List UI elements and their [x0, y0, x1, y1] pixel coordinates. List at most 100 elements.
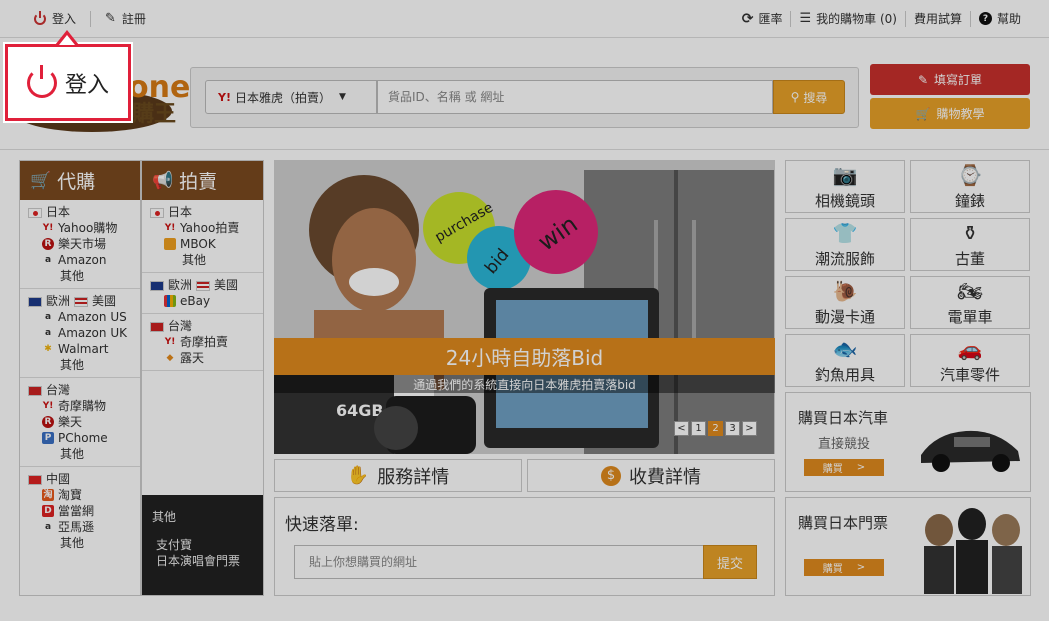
link-concert-tickets[interactable]: 日本演唱會門票: [152, 553, 253, 569]
help-link[interactable]: ? 幫助: [978, 10, 1021, 27]
quick-order-url-input[interactable]: 貼上你想購買的網址: [294, 545, 704, 579]
china-flag-icon: [28, 474, 42, 485]
refresh-icon: ⟳: [741, 10, 754, 27]
walmart-icon: ✱: [44, 344, 52, 354]
fee-calc-link[interactable]: 費用試算: [914, 10, 962, 27]
banner-pager: < 1 2 3 >: [674, 421, 757, 436]
link-other[interactable]: 其他: [60, 446, 84, 462]
banner-illustration: purchase bid win 64GB: [274, 160, 775, 454]
us-flag-icon: [196, 280, 211, 291]
promo-japan-tickets[interactable]: 購買日本門票 購買 >: [785, 497, 1031, 596]
link-ebay[interactable]: eBay: [180, 293, 210, 309]
category-camera[interactable]: 📷 相機鏡頭: [785, 160, 905, 213]
category-motorcycle[interactable]: 🏍 電單車: [910, 276, 1030, 329]
fee-details-button[interactable]: $ 收費詳情: [527, 459, 775, 492]
register-link[interactable]: 註冊: [122, 10, 146, 27]
ebay-icon: [164, 295, 176, 307]
hero-banner[interactable]: purchase bid win 64GB 24小時自助落Bid 通過我們的系統…: [274, 160, 775, 454]
search-site-select[interactable]: Y! 日本雅虎（拍賣） ▼: [205, 80, 377, 114]
watch-icon: ⌚: [957, 162, 983, 187]
category-anime[interactable]: 🐌 動漫卡通: [785, 276, 905, 329]
link-yahoo-auction[interactable]: Yahoo拍賣: [180, 220, 239, 236]
camera-icon: 📷: [832, 162, 858, 187]
category-fashion[interactable]: 👕 潮流服飾: [785, 218, 905, 271]
link-other[interactable]: 其他: [182, 252, 206, 268]
cart-icon: 🛒: [30, 170, 52, 191]
service-details-button[interactable]: ✋ 服務詳情: [274, 459, 522, 492]
auction-group-japan: 日本 Y! Yahoo拍賣 MBOK 其他: [142, 200, 263, 273]
question-icon: ?: [978, 12, 992, 25]
search-button[interactable]: ⚲ 搜尋: [773, 80, 845, 114]
megaphone-icon: 📢: [152, 170, 174, 191]
search-input[interactable]: 貨品ID、名稱 或 網址: [377, 80, 773, 114]
search-bar: Y! 日本雅虎（拍賣） ▼ 貨品ID、名稱 或 網址 ⚲ 搜尋: [190, 67, 859, 128]
login-highlight-callout[interactable]: 登入: [5, 44, 131, 121]
yahoo-icon: Y!: [218, 90, 231, 104]
link-ruten[interactable]: 露天: [180, 350, 204, 366]
power-icon: [34, 10, 46, 25]
category-antique[interactable]: ⚱ 古董: [910, 218, 1030, 271]
submit-button[interactable]: 提交: [703, 545, 757, 579]
fill-order-button[interactable]: ✎ 填寫訂單: [870, 64, 1030, 95]
auction-group-taiwan: 台灣 Y! 奇摩拍賣 ◆ 露天: [142, 314, 263, 371]
daigou-column: 🛒 代購 日本 Y! Yahoo購物 R 樂天市場 a Amazon 其他 歐洲 美國 …: [19, 160, 141, 596]
pchome-icon: P: [42, 432, 54, 444]
link-other[interactable]: 其他: [60, 535, 84, 551]
exchange-link[interactable]: ⟳ 匯率: [742, 10, 783, 27]
auction-header[interactable]: 📢 拍賣: [142, 161, 263, 200]
link-rakuten[interactable]: 樂天市場: [58, 236, 106, 252]
search-icon: ⚲: [790, 90, 800, 104]
link-amazon-cn[interactable]: 亞馬遜: [58, 519, 94, 535]
amazon-icon: a: [44, 255, 52, 265]
category-fishing[interactable]: 🐟 釣魚用具: [785, 334, 905, 387]
list-icon: ☰: [799, 11, 812, 26]
link-taobao[interactable]: 淘寶: [58, 487, 82, 503]
link-dangdang[interactable]: 當當網: [58, 503, 94, 519]
link-rakuten-tw[interactable]: 樂天: [58, 414, 82, 430]
chevron-right-icon: >: [856, 562, 866, 573]
tutorial-button[interactable]: 🛒 購物教學: [870, 98, 1030, 129]
link-kimo-shopping[interactable]: 奇摩購物: [58, 398, 106, 414]
link-pchome[interactable]: PChome: [58, 430, 108, 446]
link-mbok[interactable]: MBOK: [180, 236, 216, 252]
yahoo-icon: Y!: [42, 223, 54, 233]
pager-prev[interactable]: <: [674, 421, 689, 436]
category-watch[interactable]: ⌚ 鐘錶: [910, 160, 1030, 213]
link-yahoo-shopping[interactable]: Yahoo購物: [58, 220, 117, 236]
taiwan-flag-icon: [28, 385, 42, 396]
car-image: [921, 430, 1020, 472]
pencil-icon: ✎: [917, 72, 929, 87]
quick-order-title: 快速落單:: [285, 515, 359, 535]
pager-2[interactable]: 2: [708, 421, 723, 436]
snail-icon: 🐌: [832, 278, 858, 303]
link-alipay[interactable]: 支付寶: [152, 537, 253, 553]
pager-3[interactable]: 3: [725, 421, 740, 436]
pencil-icon: ✎: [105, 11, 116, 26]
buy-button[interactable]: 購買 >: [804, 559, 884, 576]
login-link[interactable]: 登入: [52, 10, 76, 27]
top-left-nav: 登入 ✎ 註冊: [34, 10, 146, 27]
link-amazon-jp[interactable]: Amazon: [58, 252, 107, 268]
link-kimo-auction[interactable]: 奇摩拍賣: [180, 334, 228, 350]
cart-link[interactable]: ☰ 我的購物車 (0): [799, 10, 896, 27]
daigou-group-taiwan: 台灣 Y! 奇摩購物 R 樂天 P PChome 其他: [20, 378, 140, 467]
link-walmart[interactable]: Walmart: [58, 341, 108, 357]
pager-next[interactable]: >: [742, 421, 757, 436]
category-car-parts[interactable]: 🚗 汽車零件: [910, 334, 1030, 387]
buy-button[interactable]: 購買 >: [804, 459, 884, 476]
amazon-icon: a: [44, 312, 52, 322]
yahoo-icon: Y!: [42, 401, 54, 411]
pager-1[interactable]: 1: [691, 421, 706, 436]
amazon-icon: a: [44, 328, 52, 338]
promo-japan-car[interactable]: 購買日本汽車 直接競投 購買 >: [785, 392, 1031, 492]
daigou-header[interactable]: 🛒 代購: [20, 161, 140, 200]
auction-group-eu-us: 歐洲 美國 eBay: [142, 273, 263, 314]
performers-image: [924, 508, 1022, 594]
link-other[interactable]: 其他: [60, 268, 84, 284]
link-other[interactable]: 其他: [60, 357, 84, 373]
dangdang-icon: D: [42, 505, 54, 517]
link-amazon-uk[interactable]: Amazon UK: [58, 325, 127, 341]
link-amazon-us[interactable]: Amazon US: [58, 309, 127, 325]
yahoo-icon: Y!: [164, 223, 176, 233]
taiwan-flag-icon: [150, 321, 164, 332]
